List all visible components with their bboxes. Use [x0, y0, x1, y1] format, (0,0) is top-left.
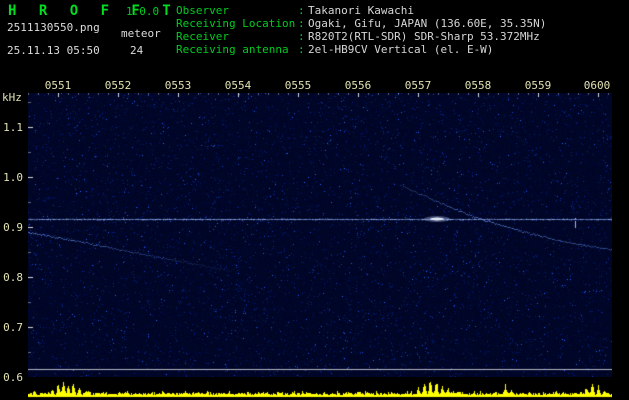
- freq-tick-label: 0.6: [3, 371, 23, 384]
- time-tick-label: 0555: [284, 79, 312, 92]
- meta-label: Receiver: [176, 30, 229, 43]
- time-tick-label: 0552: [104, 79, 132, 92]
- freq-tick-label: 0.8: [3, 271, 23, 284]
- output-filename: 2511130550.png: [7, 21, 100, 34]
- meta-colon: :: [298, 30, 305, 43]
- meta-colon: :: [298, 17, 305, 30]
- station-metadata: Observer : Takanori Kawachi Receiving Lo…: [176, 4, 546, 56]
- time-tick-label: 0557: [404, 79, 432, 92]
- time-tick-label: 0559: [524, 79, 552, 92]
- meta-value: R820T2(RTL-SDR) SDR-Sharp 53.372MHz: [308, 30, 540, 43]
- hrofft-window: H R O F F T 1.0.0 2511130550.png meteor …: [0, 0, 629, 400]
- time-tick-label: 0554: [224, 79, 252, 92]
- meta-colon: :: [298, 4, 305, 17]
- echo-count: 24: [130, 44, 144, 57]
- time-tick-label: 0551: [44, 79, 72, 92]
- meta-label: Receiving antenna: [176, 43, 289, 56]
- meta-row-receiver: Receiver : R820T2(RTL-SDR) SDR-Sharp 53.…: [176, 30, 546, 43]
- meta-value: Ogaki, Gifu, JAPAN (136.60E, 35.35N): [308, 17, 547, 30]
- meta-value: Takanori Kawachi: [308, 4, 414, 17]
- meta-label: Observer: [176, 4, 229, 17]
- meta-row-antenna: Receiving antenna : 2el-HB9CV Vertical (…: [176, 43, 546, 56]
- meta-row-location: Receiving Location : Ogaki, Gifu, JAPAN …: [176, 17, 546, 30]
- freq-tick-label: 0.9: [3, 221, 23, 234]
- freq-tick-label: 1.1: [3, 121, 23, 134]
- meta-value: 2el-HB9CV Vertical (el. E-W): [308, 43, 494, 56]
- time-tick-label: 0553: [164, 79, 192, 92]
- y-axis-unit-label: kHz: [2, 91, 22, 104]
- meta-colon: :: [298, 43, 305, 56]
- time-tick-label: 0600: [583, 79, 611, 92]
- time-tick-label: 0558: [464, 79, 492, 92]
- app-version: 1.0.0: [126, 5, 160, 18]
- time-tick-label: 0556: [344, 79, 372, 92]
- spectrogram-canvas: [28, 93, 612, 377]
- meta-label: Receiving Location: [176, 17, 296, 30]
- amplitude-canvas: [28, 378, 612, 398]
- capture-datetime: 25.11.13 05:50: [7, 44, 100, 57]
- freq-tick-label: 1.0: [3, 171, 23, 184]
- freq-tick-label: 0.7: [3, 321, 23, 334]
- meta-row-observer: Observer : Takanori Kawachi: [176, 4, 546, 17]
- mode-label: meteor: [121, 27, 161, 40]
